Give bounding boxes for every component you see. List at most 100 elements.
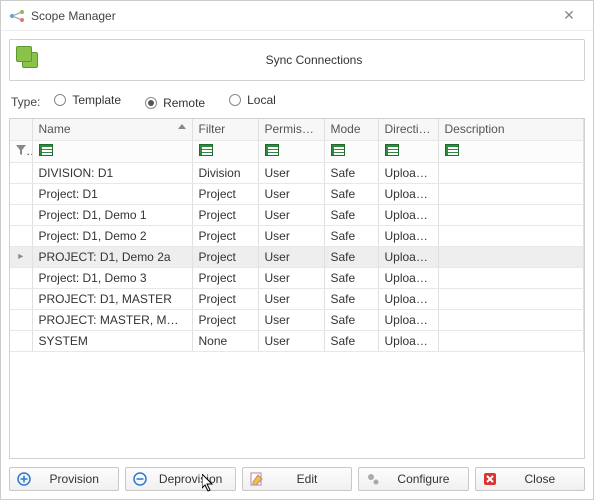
- cell-description: [438, 309, 584, 330]
- cell-direction: UploadA...: [378, 309, 438, 330]
- table-row[interactable]: Project: D1, Demo 1ProjectUserSafeUpload…: [10, 204, 584, 225]
- cell-name: PROJECT: D1, MASTER: [32, 288, 192, 309]
- filter-row: [10, 140, 584, 162]
- close-icon: [482, 471, 498, 487]
- row-expand-handle[interactable]: [10, 204, 32, 225]
- window-title: Scope Manager: [31, 9, 553, 23]
- cell-description: [438, 225, 584, 246]
- radio-label: Template: [72, 93, 121, 107]
- text-filter-icon: [331, 144, 345, 156]
- text-filter-icon: [39, 144, 53, 156]
- row-expand-handle[interactable]: [10, 288, 32, 309]
- filter-cell-name[interactable]: [32, 140, 192, 162]
- sync-icon: [16, 46, 44, 74]
- titlebar: Scope Manager ✕: [1, 1, 593, 31]
- row-expand-handle[interactable]: [10, 309, 32, 330]
- close-button[interactable]: Close: [475, 467, 585, 491]
- button-bar: Provision Deprovision Edit Configure Clo…: [1, 459, 593, 499]
- cell-permission: User: [258, 183, 324, 204]
- cell-description: [438, 183, 584, 204]
- cell-permission: User: [258, 246, 324, 267]
- filter-cell-filter[interactable]: [192, 140, 258, 162]
- cell-name: Project: D1, Demo 1: [32, 204, 192, 225]
- row-expand-handle[interactable]: [10, 183, 32, 204]
- column-header-filter[interactable]: Filter: [192, 119, 258, 140]
- cell-permission: User: [258, 288, 324, 309]
- text-filter-icon: [445, 144, 459, 156]
- cell-name: Project: D1: [32, 183, 192, 204]
- cell-mode: Safe: [324, 330, 378, 351]
- window-close-button[interactable]: ✕: [553, 7, 585, 24]
- cell-description: [438, 246, 584, 267]
- radio-template[interactable]: Template: [54, 93, 121, 107]
- filter-cell-description[interactable]: [438, 140, 584, 162]
- provision-button[interactable]: Provision: [9, 467, 119, 491]
- cell-name: DIVISION: D1: [32, 162, 192, 183]
- column-header-mode[interactable]: Mode: [324, 119, 378, 140]
- column-header-name[interactable]: Name: [32, 119, 192, 140]
- row-expand-handle[interactable]: [10, 162, 32, 183]
- gear-icon: [365, 471, 381, 487]
- minus-icon: [132, 471, 148, 487]
- cell-mode: Safe: [324, 204, 378, 225]
- filter-cell-direction[interactable]: [378, 140, 438, 162]
- column-header-description[interactable]: Description: [438, 119, 584, 140]
- cell-filter: Project: [192, 183, 258, 204]
- cell-direction: UploadA...: [378, 330, 438, 351]
- cell-direction: UploadA...: [378, 267, 438, 288]
- cell-filter: Project: [192, 246, 258, 267]
- radio-circle: [145, 97, 157, 109]
- radio-remote[interactable]: Remote: [145, 96, 205, 110]
- cell-direction: UploadA...: [378, 162, 438, 183]
- edit-button[interactable]: Edit: [242, 467, 352, 491]
- table-row[interactable]: Project: D1, Demo 2ProjectUserSafeUpload…: [10, 225, 584, 246]
- row-expand-handle[interactable]: [10, 225, 32, 246]
- row-expand-handle[interactable]: [10, 330, 32, 351]
- table-row[interactable]: ▸PROJECT: D1, Demo 2aProjectUserSafeUplo…: [10, 246, 584, 267]
- table-row[interactable]: PROJECT: D1, MASTERProjectUserSafeUpload…: [10, 288, 584, 309]
- cell-permission: User: [258, 309, 324, 330]
- cell-mode: Safe: [324, 309, 378, 330]
- column-header-permission[interactable]: Permission: [258, 119, 324, 140]
- type-row: Type: TemplateRemoteLocal: [1, 89, 593, 118]
- cell-mode: Safe: [324, 225, 378, 246]
- cell-filter: None: [192, 330, 258, 351]
- table-row[interactable]: DIVISION: D1DivisionUserSafeUploadA...: [10, 162, 584, 183]
- cell-filter: Project: [192, 204, 258, 225]
- cell-name: Project: D1, Demo 2: [32, 225, 192, 246]
- table-row[interactable]: SYSTEMNoneUserSafeUploadA...: [10, 330, 584, 351]
- table-row[interactable]: Project: D1ProjectUserSafeUploadA...: [10, 183, 584, 204]
- cell-description: [438, 162, 584, 183]
- filter-funnel-icon[interactable]: [10, 140, 32, 162]
- table-row[interactable]: PROJECT: MASTER, MASTERProjectUserSafeUp…: [10, 309, 584, 330]
- text-filter-icon: [385, 144, 399, 156]
- cell-permission: User: [258, 225, 324, 246]
- edit-icon: [249, 471, 265, 487]
- column-header-row: Name Filter Permission Mode Direction De…: [10, 119, 584, 140]
- cell-direction: UploadA...: [378, 183, 438, 204]
- filter-cell-permission[interactable]: [258, 140, 324, 162]
- table-row[interactable]: Project: D1, Demo 3ProjectUserSafeUpload…: [10, 267, 584, 288]
- configure-button[interactable]: Configure: [358, 467, 468, 491]
- deprovision-button[interactable]: Deprovision: [125, 467, 235, 491]
- radio-label: Remote: [163, 96, 205, 110]
- row-expand-handle[interactable]: ▸: [10, 246, 32, 267]
- plus-icon: [16, 471, 32, 487]
- cell-filter: Division: [192, 162, 258, 183]
- cell-direction: UploadA...: [378, 225, 438, 246]
- grid-empty-area: [10, 352, 584, 459]
- text-filter-icon: [199, 144, 213, 156]
- cell-direction: UploadA...: [378, 288, 438, 309]
- radio-local[interactable]: Local: [229, 93, 276, 107]
- filter-cell-mode[interactable]: [324, 140, 378, 162]
- data-grid[interactable]: Name Filter Permission Mode Direction De…: [9, 118, 585, 459]
- row-expand-handle[interactable]: [10, 267, 32, 288]
- column-header-direction[interactable]: Direction: [378, 119, 438, 140]
- cell-mode: Safe: [324, 246, 378, 267]
- header-panel: Sync Connections: [9, 39, 585, 81]
- cell-description: [438, 288, 584, 309]
- cell-name: PROJECT: MASTER, MASTER: [32, 309, 192, 330]
- cell-name: SYSTEM: [32, 330, 192, 351]
- radio-circle: [229, 94, 241, 106]
- cell-filter: Project: [192, 267, 258, 288]
